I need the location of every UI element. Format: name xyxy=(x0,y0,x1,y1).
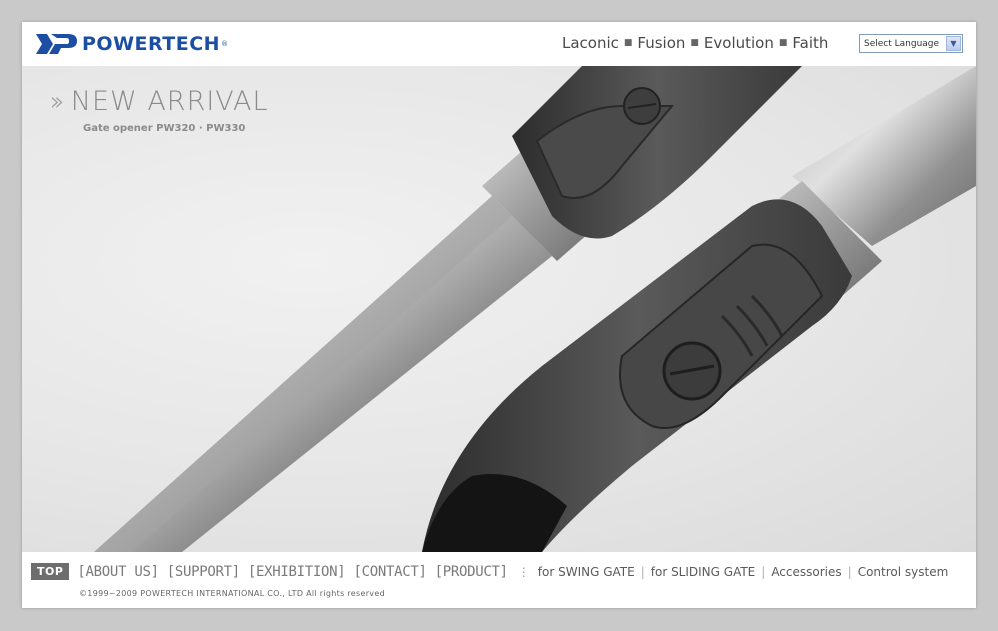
double-chevron-icon: ›› xyxy=(50,86,65,117)
footer: TOP [ABOUT US] [SUPPORT] [EXHIBITION] [C… xyxy=(22,552,976,608)
top-button[interactable]: TOP xyxy=(31,563,70,580)
nav-link-exhibition[interactable]: [EXHIBITION] xyxy=(248,564,346,580)
language-select[interactable]: Select Language ▼ xyxy=(859,34,963,53)
slogan-bullet: ■ xyxy=(623,38,633,48)
sub-link-accessories[interactable]: Accessories xyxy=(771,565,841,579)
nav-link-product[interactable]: [PRODUCT] xyxy=(435,564,508,580)
sub-link-divider: | xyxy=(847,564,852,579)
header: POWERTECH ® Laconic ■ Fusion ■ Evolution… xyxy=(22,22,976,66)
sub-link-sliding-gate[interactable]: for SLIDING GATE xyxy=(651,565,756,579)
slogan-word: Fusion xyxy=(637,34,686,52)
slogan-bullet: ■ xyxy=(690,38,699,48)
new-arrival-subtitle: Gate opener PW320 · PW330 xyxy=(83,123,246,134)
new-arrival-label: NEW ARRIVAL xyxy=(70,86,269,117)
slogan: Laconic ■ Fusion ■ Evolution ■ Faith xyxy=(562,34,828,52)
new-arrival-title: ›› NEW ARRIVAL xyxy=(50,86,269,117)
brand-name: POWERTECH xyxy=(82,33,221,55)
brand-registered-mark: ® xyxy=(221,40,229,48)
sub-link-control-system[interactable]: Control system xyxy=(858,565,949,579)
sub-link-divider: | xyxy=(761,564,766,579)
sub-link-divider: | xyxy=(640,564,645,579)
footer-nav: TOP [ABOUT US] [SUPPORT] [EXHIBITION] [C… xyxy=(31,563,948,580)
copyright-text: ©1999~2009 POWERTECH INTERNATIONAL CO., … xyxy=(79,589,385,598)
hero-banner: ›› NEW ARRIVAL Gate opener PW320 · PW330 xyxy=(22,66,976,552)
slogan-word: Faith xyxy=(792,34,829,52)
brand-logo[interactable]: POWERTECH ® xyxy=(36,31,228,57)
nav-link-support[interactable]: [SUPPORT] xyxy=(167,564,240,580)
page-frame: POWERTECH ® Laconic ■ Fusion ■ Evolution… xyxy=(22,22,976,608)
language-select-value: Select Language xyxy=(864,38,940,49)
chevron-down-icon[interactable]: ▼ xyxy=(946,36,961,51)
slogan-bullet: ■ xyxy=(778,38,788,48)
sub-link-swing-gate[interactable]: for SWING GATE xyxy=(538,565,635,579)
slogan-word: Evolution xyxy=(703,34,774,52)
slogan-word: Laconic xyxy=(562,34,619,52)
nav-link-about-us[interactable]: [ABOUT US] xyxy=(77,564,159,580)
powertech-logo-icon xyxy=(36,34,77,54)
nav-divider: ⋮ xyxy=(517,564,530,579)
nav-link-contact[interactable]: [CONTACT] xyxy=(353,564,426,580)
gate-opener-product-image xyxy=(94,66,976,552)
